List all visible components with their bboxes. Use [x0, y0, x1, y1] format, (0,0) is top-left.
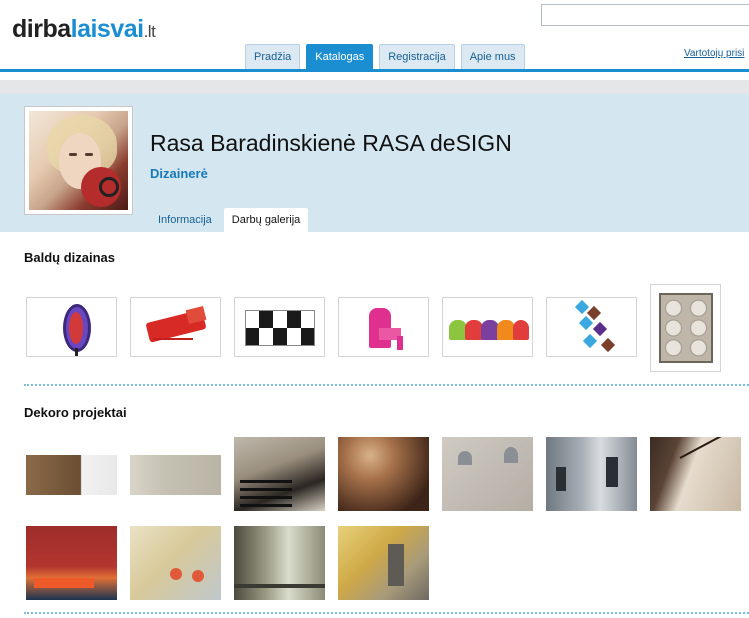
tab-informacija[interactable]: Informacija: [150, 208, 220, 232]
logo-part-laisvai: laisvai: [70, 15, 144, 43]
user-login-link[interactable]: Vartotojų prisi: [684, 48, 744, 59]
section-divider: [24, 384, 749, 386]
site-logo[interactable]: dirbalaisvai.lt: [12, 14, 156, 47]
search-input[interactable]: [541, 4, 749, 26]
tab-darbu-galerija[interactable]: Darbų galerija: [223, 208, 309, 232]
main-nav: Pradžia Katalogas Registracija Apie mus: [245, 44, 525, 69]
gallery-thumbnail[interactable]: [650, 284, 721, 372]
section-divider: [24, 612, 749, 614]
gallery-thumbnail[interactable]: [442, 437, 533, 511]
section-title-dekoro-projektai: Dekoro projektai: [24, 405, 127, 420]
header-rule: [0, 69, 749, 72]
tab-katalogas[interactable]: Katalogas: [306, 44, 374, 69]
gallery-thumbnail[interactable]: [234, 526, 325, 600]
gallery-thumbnail[interactable]: [130, 297, 221, 357]
gallery-thumbnail[interactable]: [234, 437, 325, 511]
logo-part-dirba: dirba: [12, 15, 71, 43]
gallery-thumbnail[interactable]: [26, 455, 117, 495]
site-header: dirbalaisvai.lt Pradžia Katalogas Regist…: [0, 0, 749, 88]
tab-apie-mus[interactable]: Apie mus: [460, 44, 525, 69]
profile-role[interactable]: Dizainerė: [150, 166, 208, 181]
avatar-eye: [85, 153, 93, 156]
profile-name: Rasa Baradinskienė RASA deSIGN: [150, 130, 512, 156]
logo-part-lt: .lt: [143, 22, 156, 41]
gallery-thumbnail[interactable]: [338, 526, 429, 600]
profile-tabs: Informacija Darbų galerija: [150, 208, 309, 232]
gallery-thumbnail[interactable]: [338, 297, 429, 357]
avatar-photo: [29, 111, 128, 210]
gallery-thumbnail[interactable]: [546, 437, 637, 511]
avatar-ring: [99, 177, 119, 197]
gallery-thumbnail[interactable]: [130, 455, 221, 495]
gallery-thumbnail[interactable]: [26, 526, 117, 600]
gallery-thumbnail[interactable]: [338, 437, 429, 511]
gallery-thumbnail[interactable]: [650, 437, 741, 511]
profile-band-top: [0, 80, 749, 94]
section-title-baldu-dizainas: Baldų dizainas: [24, 250, 116, 265]
tab-registracija[interactable]: Registracija: [379, 44, 455, 69]
gallery-thumbnail[interactable]: [546, 297, 637, 357]
gallery-thumbnail[interactable]: [130, 526, 221, 600]
gallery-thumbnail[interactable]: [442, 297, 533, 357]
tab-pradzia[interactable]: Pradžia: [245, 44, 301, 69]
avatar-eye: [69, 153, 77, 156]
gallery-thumbnail[interactable]: [26, 297, 117, 357]
avatar: [24, 106, 133, 215]
gallery-thumbnail[interactable]: [234, 297, 325, 357]
